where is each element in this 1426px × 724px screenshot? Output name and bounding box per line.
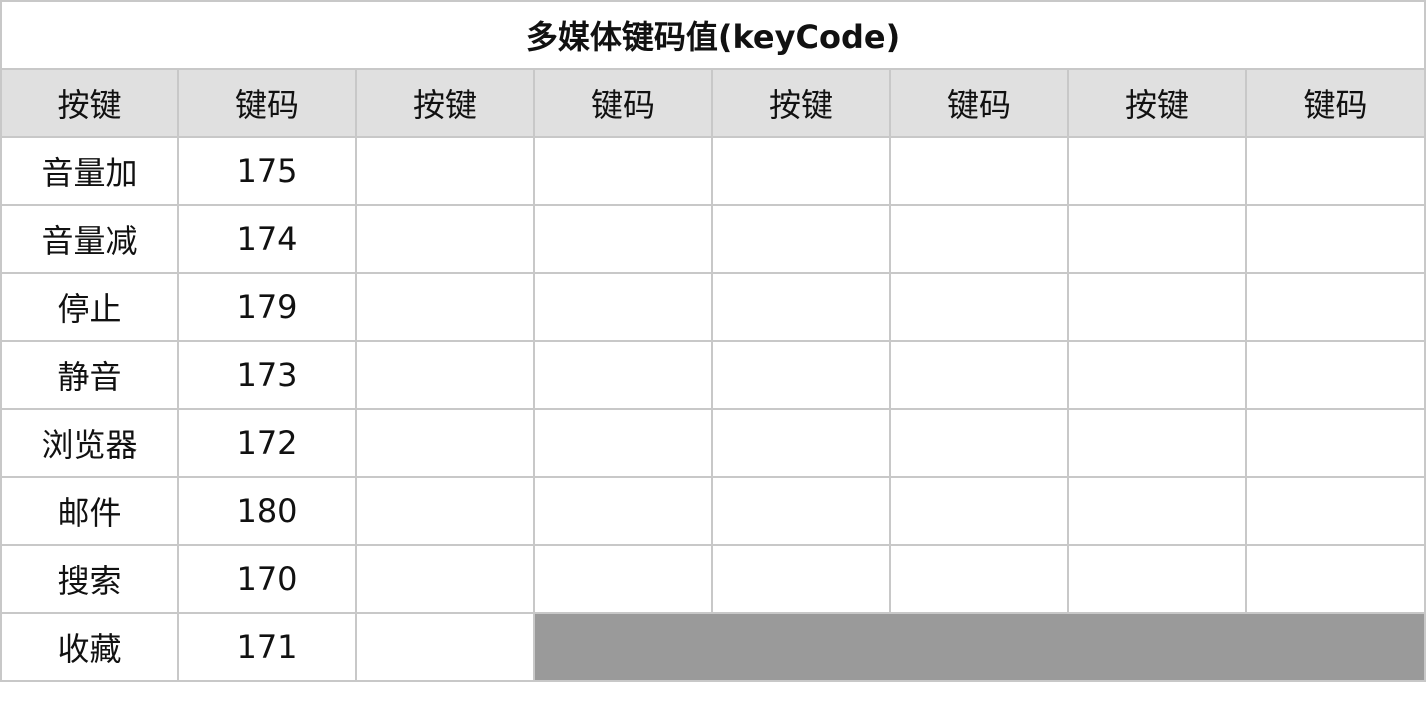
empty-cell [889,476,1069,546]
table-row: 浏览器 172 [0,408,1426,478]
table-row: 收藏 171 [0,612,1426,682]
column-header-code: 键码 [177,68,357,138]
empty-cell [533,136,713,206]
empty-cell [1244,204,1426,274]
empty-cell [1244,340,1426,410]
key-name-cell: 音量减 [0,204,179,274]
empty-cell [1244,408,1426,478]
empty-cell [355,544,535,614]
table-row: 停止 179 [0,272,1426,342]
empty-cell [355,136,535,206]
key-name-cell: 音量加 [0,136,179,206]
table-row: 音量减 174 [0,204,1426,274]
column-header-key: 按键 [355,68,535,138]
empty-cell [355,476,535,546]
key-name-cell: 收藏 [0,612,179,682]
empty-cell [1067,476,1247,546]
key-code-cell: 172 [177,408,357,478]
empty-cell [711,476,891,546]
key-code-cell: 175 [177,136,357,206]
empty-cell [711,544,891,614]
empty-cell [1067,136,1247,206]
empty-cell [889,340,1069,410]
empty-cell [355,408,535,478]
empty-cell [1244,136,1426,206]
column-header-code: 键码 [889,68,1069,138]
empty-cell [1244,272,1426,342]
empty-cell [889,272,1069,342]
column-header-key: 按键 [1067,68,1247,138]
title-row: 多媒体键码值(keyCode) [0,0,1426,70]
empty-cell [1244,476,1426,546]
key-code-cell: 173 [177,340,357,410]
key-name-cell: 浏览器 [0,408,179,478]
table-row: 音量加 175 [0,136,1426,206]
empty-cell [355,340,535,410]
key-name-cell: 停止 [0,272,179,342]
filler-block [532,612,1426,682]
key-name-cell: 搜索 [0,544,179,614]
empty-cell [355,612,535,682]
empty-cell [533,204,713,274]
empty-cell [889,204,1069,274]
empty-cell [711,204,891,274]
table-row: 邮件 180 [0,476,1426,546]
multimedia-keycode-table: 多媒体键码值(keyCode) 按键 键码 按键 键码 按键 键码 按键 键码 … [0,0,1426,682]
empty-cell [533,272,713,342]
empty-cell [533,408,713,478]
empty-cell [355,204,535,274]
empty-cell [355,272,535,342]
key-name-cell: 静音 [0,340,179,410]
empty-cell [889,544,1069,614]
empty-cell [1067,272,1247,342]
key-code-cell: 174 [177,204,357,274]
empty-cell [711,340,891,410]
column-header-code: 键码 [1244,68,1426,138]
empty-cell [533,476,713,546]
empty-cell [1067,544,1247,614]
empty-cell [1067,408,1247,478]
empty-cell [1244,544,1426,614]
column-header-key: 按键 [711,68,891,138]
table-row: 搜索 170 [0,544,1426,614]
table-title: 多媒体键码值(keyCode) [0,0,1426,70]
empty-cell [533,544,713,614]
key-code-cell: 180 [177,476,357,546]
empty-cell [1067,340,1247,410]
empty-cell [711,408,891,478]
key-code-cell: 171 [177,612,357,682]
key-code-cell: 179 [177,272,357,342]
table-row: 静音 173 [0,340,1426,410]
column-header-key: 按键 [0,68,179,138]
empty-cell [711,136,891,206]
empty-cell [889,408,1069,478]
empty-cell [533,340,713,410]
empty-cell [1067,204,1247,274]
column-header-code: 键码 [533,68,713,138]
key-code-cell: 170 [177,544,357,614]
key-name-cell: 邮件 [0,476,179,546]
header-row: 按键 键码 按键 键码 按键 键码 按键 键码 [0,68,1426,138]
empty-cell [889,136,1069,206]
empty-cell [711,272,891,342]
